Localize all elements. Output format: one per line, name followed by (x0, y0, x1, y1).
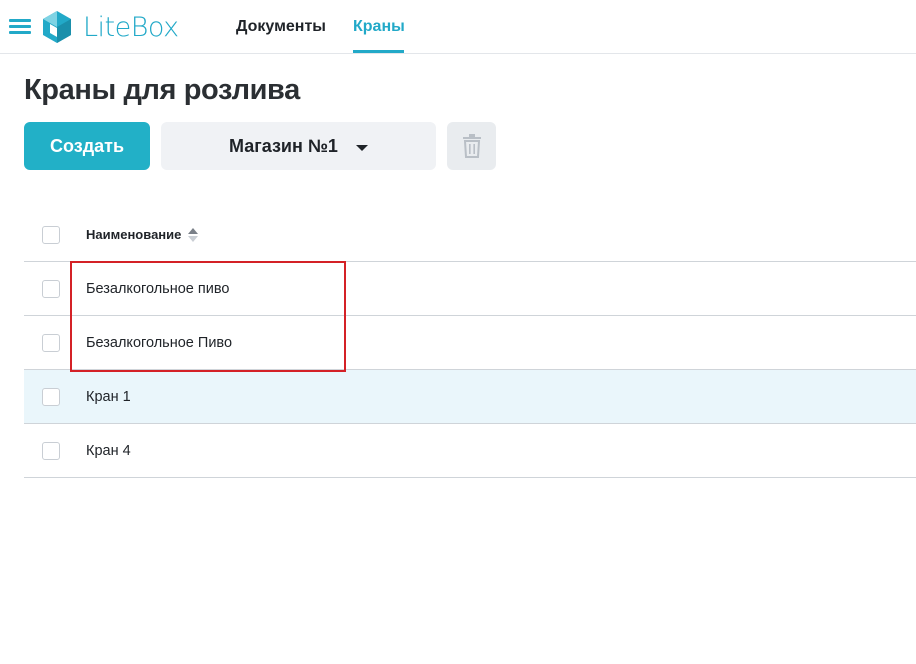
delete-button[interactable] (447, 122, 496, 170)
table-row[interactable]: Кран 1 (24, 370, 916, 424)
active-tab-indicator (353, 50, 404, 53)
table-row[interactable]: Безалкогольное пиво (24, 262, 916, 316)
tab-documents[interactable]: Документы (236, 18, 326, 36)
litebox-logo-icon (43, 11, 71, 43)
page-title: Краны для розлива (24, 74, 300, 106)
row-name: Кран 4 (86, 442, 131, 459)
top-bar: LiteBox Документы Краны (0, 0, 916, 54)
row-name: Кран 1 (86, 388, 131, 405)
row-name: Безалкогольное пиво (86, 280, 230, 297)
table-row[interactable]: Кран 4 (24, 424, 916, 478)
logo-text: LiteBox (83, 11, 179, 43)
create-button[interactable]: Создать (24, 122, 150, 170)
row-checkbox[interactable] (42, 441, 60, 460)
chevron-down-icon (355, 144, 368, 151)
store-select[interactable]: Магазин №1 (161, 122, 436, 170)
row-name: Безалкогольное Пиво (86, 334, 233, 351)
row-checkbox[interactable] (42, 333, 60, 352)
table-header-row: Наименование (24, 208, 916, 262)
select-all-checkbox[interactable] (42, 225, 60, 244)
row-checkbox[interactable] (42, 387, 60, 406)
table-row[interactable]: Безалкогольное Пиво (24, 316, 916, 370)
column-header-name[interactable]: Наименование (86, 227, 181, 242)
taps-table: Наименование Безалкогольное пиво Безалко… (24, 208, 916, 478)
hamburger-menu-icon[interactable] (9, 19, 31, 35)
sort-icon[interactable] (188, 226, 198, 244)
tab-taps[interactable]: Краны (353, 18, 405, 36)
row-checkbox[interactable] (42, 279, 60, 298)
store-select-value: Магазин №1 (229, 135, 338, 156)
trash-icon (462, 134, 481, 158)
app-logo[interactable]: LiteBox (40, 10, 179, 44)
